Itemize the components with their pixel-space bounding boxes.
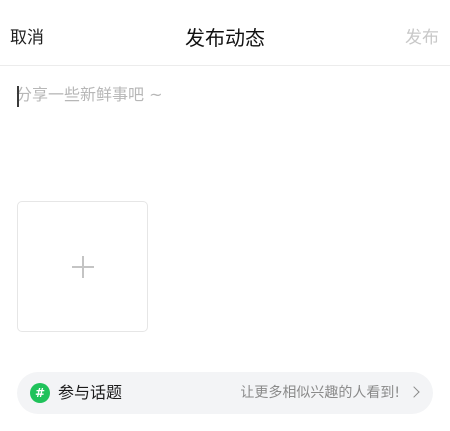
- page-title: 发布动态: [185, 26, 265, 50]
- post-content-input[interactable]: [16, 82, 434, 182]
- publish-post-screen: 取消 发布动态 发布 # 参与话题 让更多相似兴趣的人看到!: [0, 0, 450, 431]
- chevron-right-icon: [408, 386, 420, 398]
- join-topic-button[interactable]: # 参与话题 让更多相似兴趣的人看到!: [17, 372, 433, 414]
- topic-hint: 让更多相似兴趣的人看到!: [240, 385, 400, 401]
- plus-icon: [72, 256, 94, 278]
- topic-label: 参与话题: [58, 383, 123, 402]
- hashtag-icon: #: [30, 383, 50, 403]
- add-photo-button[interactable]: [17, 201, 148, 332]
- text-cursor: [17, 86, 19, 107]
- publish-button[interactable]: 发布: [405, 26, 439, 50]
- navigation-bar: 取消 发布动态 发布: [0, 0, 450, 66]
